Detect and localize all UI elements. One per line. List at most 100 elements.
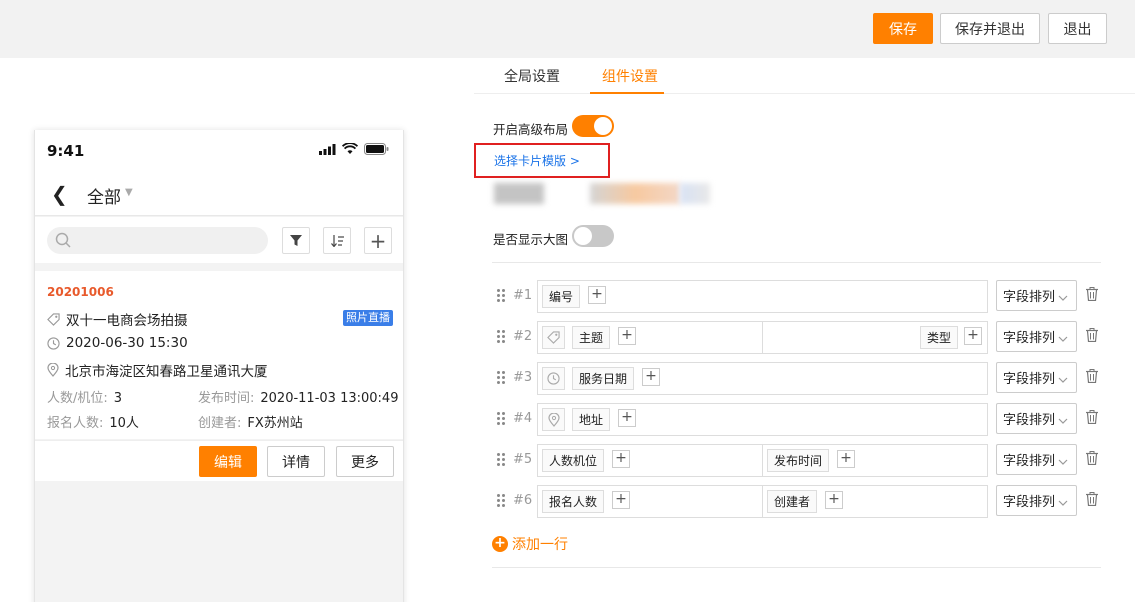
field-row: #3 服务日期 + 字段排列: [492, 361, 1102, 396]
phone-nav-bar: ❮ 全部 ▼: [35, 172, 403, 216]
add-field-button[interactable]: +: [964, 327, 982, 345]
blurred-template-thumbnail[interactable]: [680, 183, 710, 204]
people-label: 人数/机位:: [47, 391, 108, 406]
drag-handle-icon[interactable]: [497, 412, 505, 429]
drag-handle-icon[interactable]: [497, 494, 505, 511]
back-icon[interactable]: ❮: [51, 182, 68, 206]
field-sort-select[interactable]: 字段排列: [996, 321, 1077, 352]
trash-icon[interactable]: [1086, 369, 1098, 387]
clock-icon: [47, 336, 60, 350]
add-row-button[interactable]: + 添加一行: [492, 534, 568, 554]
row-number: #3: [513, 370, 533, 385]
blurred-template-thumbnail[interactable]: [590, 183, 680, 204]
chevron-down-icon: [1058, 290, 1068, 305]
trash-icon[interactable]: [1086, 328, 1098, 346]
drag-handle-icon[interactable]: [497, 330, 505, 347]
add-field-button[interactable]: +: [642, 368, 660, 386]
add-field-button[interactable]: +: [612, 450, 630, 468]
add-field-button[interactable]: +: [618, 327, 636, 345]
battery-icon: [364, 143, 389, 155]
field-sort-select[interactable]: 字段排列: [996, 444, 1077, 475]
people-value: 3: [113, 391, 123, 406]
save-button[interactable]: 保存: [873, 13, 933, 44]
show-big-image-toggle[interactable]: [572, 225, 614, 247]
field-tag[interactable]: 发布时间: [767, 449, 830, 472]
settings-tabs: 全局设置 组件设置: [474, 58, 1135, 94]
event-card: 20201006 双十一电商会场拍摄 照片直播 2020-06-30 15:30…: [35, 271, 403, 481]
plus-icon: +: [615, 450, 627, 466]
tab-global-settings[interactable]: 全局设置: [504, 66, 560, 86]
sort-select-label: 字段排列: [1003, 372, 1056, 387]
card-datetime: 2020-06-30 15:30: [66, 335, 188, 351]
field-slot-left: 编号 +: [538, 281, 987, 312]
sort-button[interactable]: [323, 227, 351, 254]
field-slot-left: 地址 +: [538, 404, 987, 435]
drag-handle-icon[interactable]: [497, 453, 505, 470]
select-card-template-link[interactable]: 选择卡片模版 >: [474, 143, 610, 178]
status-badge: 照片直播: [343, 310, 393, 326]
field-sort-select[interactable]: 字段排列: [996, 362, 1077, 393]
field-sort-select[interactable]: 字段排列: [996, 485, 1077, 516]
row-number: #2: [513, 329, 533, 344]
field-tag[interactable]: 服务日期: [572, 367, 635, 390]
settings-panel: 全局设置 组件设置 开启高级布局 选择卡片模版 > 是否显示大图 #1 编号 + 字段…: [474, 58, 1135, 602]
drag-handle-icon[interactable]: [497, 371, 505, 388]
edit-button[interactable]: 编辑: [199, 446, 257, 477]
nav-title[interactable]: 全部: [87, 183, 121, 208]
preview-panel: 9:41 ❮ 全部 ▼ + 20201006 双十一电商会场拍摄 照片直播 20…: [0, 58, 474, 602]
add-field-button[interactable]: +: [837, 450, 855, 468]
field-row: #2 主题 + 类型 + 字段排列: [492, 320, 1102, 355]
search-input[interactable]: [47, 227, 268, 254]
tag-icon: [542, 326, 565, 349]
row-number: #5: [513, 452, 533, 467]
add-field-button[interactable]: +: [588, 286, 606, 304]
field-tag[interactable]: 地址: [572, 408, 611, 431]
exit-button[interactable]: 退出: [1048, 13, 1107, 44]
status-bar: 9:41: [35, 130, 403, 172]
field-tag[interactable]: 报名人数: [542, 490, 605, 513]
row-number: #4: [513, 411, 533, 426]
plus-icon: +: [591, 286, 603, 302]
tab-component-settings[interactable]: 组件设置: [602, 66, 658, 86]
field-tag[interactable]: 创建者: [767, 490, 818, 513]
field-slot-right: 创建者 +: [762, 486, 987, 517]
sort-select-label: 字段排列: [1003, 495, 1056, 510]
advanced-layout-label: 开启高级布局: [493, 122, 569, 137]
add-field-button[interactable]: +: [618, 409, 636, 427]
field-tag[interactable]: 编号: [542, 285, 581, 308]
trash-icon[interactable]: [1086, 492, 1098, 510]
trash-icon[interactable]: [1086, 451, 1098, 469]
row-number: #1: [513, 288, 533, 303]
blurred-template-thumbnail[interactable]: [494, 183, 544, 204]
field-row: #1 编号 + 字段排列: [492, 279, 1102, 314]
field-box: 人数机位 + 发布时间 +: [537, 444, 988, 477]
tag-icon: [47, 312, 60, 326]
sort-select-label: 字段排列: [1003, 454, 1056, 469]
field-box: 地址 +: [537, 403, 988, 436]
plus-icon: +: [828, 491, 840, 507]
trash-icon[interactable]: [1086, 287, 1098, 305]
trash-icon[interactable]: [1086, 410, 1098, 428]
field-tag[interactable]: 主题: [572, 326, 611, 349]
field-tag[interactable]: 人数机位: [542, 449, 605, 472]
plus-icon: +: [645, 368, 657, 384]
detail-button[interactable]: 详情: [267, 446, 325, 477]
more-button[interactable]: 更多: [336, 446, 394, 477]
chevron-down-icon[interactable]: ▼: [125, 187, 133, 198]
field-sort-select[interactable]: 字段排列: [996, 403, 1077, 434]
add-button[interactable]: +: [364, 227, 392, 254]
card-address: 北京市海淀区知春路卫星通讯大厦: [65, 364, 268, 380]
chevron-down-icon: [1058, 413, 1068, 428]
plus-icon: +: [840, 450, 852, 466]
field-sort-select[interactable]: 字段排列: [996, 280, 1077, 311]
advanced-layout-toggle[interactable]: [572, 115, 614, 137]
add-field-button[interactable]: +: [825, 491, 843, 509]
save-and-exit-button[interactable]: 保存并退出: [940, 13, 1040, 44]
plus-icon: +: [492, 536, 508, 552]
field-box: 报名人数 + 创建者 +: [537, 485, 988, 518]
filter-button[interactable]: [282, 227, 310, 254]
field-tag[interactable]: 类型: [920, 326, 959, 349]
add-field-button[interactable]: +: [612, 491, 630, 509]
creator-label: 创建者:: [198, 416, 242, 431]
drag-handle-icon[interactable]: [497, 289, 505, 306]
